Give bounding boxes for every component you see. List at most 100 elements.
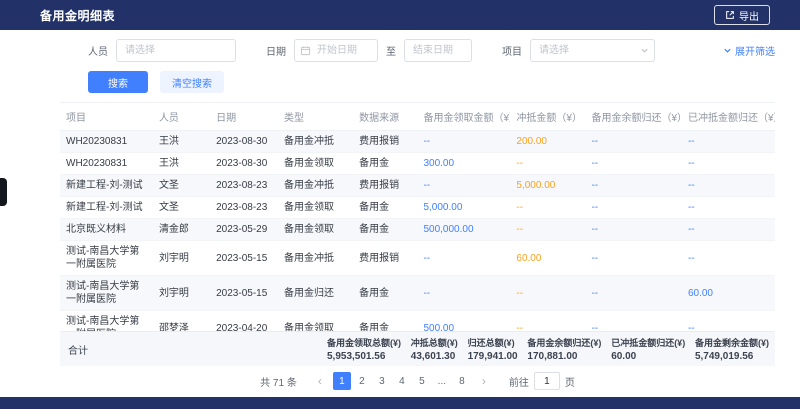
date-end-input[interactable] (404, 39, 472, 62)
cell-date: 2023-05-15 (210, 241, 278, 276)
summary-item-label: 备用金余额归还(¥) (527, 336, 601, 349)
table-body: WH20230831王洪2023-08-30备用金冲抵费用报销--200.00-… (60, 131, 775, 332)
cell-balance-return: -- (585, 131, 682, 153)
export-icon (725, 10, 735, 20)
cell-offset: 60.00 (510, 241, 585, 276)
cell-source: 费用报销 (353, 241, 417, 276)
cell-source: 费用报销 (353, 131, 417, 153)
table-row[interactable]: WH20230831王洪2023-08-30备用金冲抵费用报销--200.00-… (60, 131, 775, 153)
expand-filters-link[interactable]: 展开筛选 (723, 43, 775, 58)
cell-source: 备用金 (353, 276, 417, 311)
filter-actions: 搜索 清空搜索 (88, 71, 775, 93)
cell-offset-return: -- (682, 241, 775, 276)
table-row[interactable]: WH20230831王洪2023-08-30备用金领取备用金300.00----… (60, 153, 775, 175)
main-panel: 人员 日期 至 项目 (0, 30, 800, 397)
column-header: 冲抵金额（¥） (510, 103, 585, 131)
cell-project: 新建工程-刘-测试 (60, 175, 153, 197)
summary-item: 备用金领取总额(¥)5,953,501.56 (327, 336, 401, 362)
summary-item-value: 5,749,019.56 (695, 351, 769, 362)
table-row[interactable]: 测试-南昌大学第一附属医院邵梦泽2023-04-20备用金领取备用金500.00… (60, 311, 775, 332)
cell-offset-return: -- (682, 131, 775, 153)
export-button[interactable]: 导出 (714, 5, 770, 25)
cell-offset: -- (510, 276, 585, 311)
total-count: 共 71 条 (260, 374, 297, 389)
table-row[interactable]: 新建工程-刘-测试文圣2023-08-23备用金领取备用金5,000.00---… (60, 197, 775, 219)
page-button-1[interactable]: 1 (333, 372, 351, 390)
total-label: 合计 (62, 342, 327, 357)
page-button-8[interactable]: 8 (453, 372, 471, 390)
column-header: 已冲抵金额归还（¥） (682, 103, 775, 131)
column-header: 备用金余额归还（¥） (585, 103, 682, 131)
cell-received: 500.00 (417, 311, 510, 332)
cell-offset: 5,000.00 (510, 175, 585, 197)
summary-item-value: 179,941.00 (468, 351, 518, 362)
person-filter: 人员 (88, 39, 236, 62)
cell-person: 刘宇明 (153, 276, 210, 311)
cell-project: WH20230831 (60, 131, 153, 153)
table-row[interactable]: 新建工程-刘-测试文圣2023-08-23备用金冲抵费用报销--5,000.00… (60, 175, 775, 197)
summary-item-label: 归还总额(¥) (468, 336, 518, 349)
cell-offset-return: -- (682, 175, 775, 197)
drawer-handle[interactable] (0, 178, 7, 206)
summary-item: 冲抵总额(¥)43,601.30 (411, 336, 458, 362)
table-row[interactable]: 测试-南昌大学第一附属医院刘宇明2023-05-15备用金归还备用金------… (60, 276, 775, 311)
chevron-down-icon (640, 46, 649, 55)
cell-project: 测试-南昌大学第一附属医院 (60, 311, 153, 332)
summary-item: 备用金余额归还(¥) 170,881.00 (527, 336, 601, 362)
cell-received: -- (417, 276, 510, 311)
cell-person: 刘宇明 (153, 241, 210, 276)
page-button-2[interactable]: 2 (353, 372, 371, 390)
goto-page-input[interactable] (534, 372, 560, 390)
summary-item-label: 已冲抵金额归还(¥) (611, 336, 685, 349)
person-select[interactable] (116, 39, 236, 62)
cell-person: 文圣 (153, 197, 210, 219)
next-page-button[interactable]: › (475, 372, 493, 390)
prev-page-button[interactable]: ‹ (311, 372, 329, 390)
cell-person: 文圣 (153, 175, 210, 197)
page-ellipsis[interactable]: ... (433, 372, 451, 390)
cell-balance-return: -- (585, 153, 682, 175)
cell-date: 2023-04-20 (210, 311, 278, 332)
project-select[interactable] (530, 39, 655, 62)
cell-date: 2023-08-23 (210, 175, 278, 197)
goto-page-label: 前往 (509, 374, 529, 389)
summary-row: 合计 备用金领取总额(¥)5,953,501.56 冲抵总额(¥)43,601.3… (60, 331, 775, 366)
cell-project: 测试-南昌大学第一附属医院 (60, 241, 153, 276)
search-button[interactable]: 搜索 (88, 71, 148, 93)
project-filter: 项目 (502, 39, 655, 62)
page-title: 备用金明细表 (40, 7, 115, 24)
person-filter-label: 人员 (88, 43, 108, 58)
cell-offset-return: -- (682, 219, 775, 241)
date-separator: 至 (386, 43, 396, 58)
table-row[interactable]: 北京既义材料清金郎2023-05-29备用金领取备用金500,000.00---… (60, 219, 775, 241)
cell-source: 备用金 (353, 153, 417, 175)
cell-project: 测试-南昌大学第一附属医院 (60, 276, 153, 311)
table-row[interactable]: 测试-南昌大学第一附属医院刘宇明2023-05-15备用金冲抵费用报销--60.… (60, 241, 775, 276)
page-button-5[interactable]: 5 (413, 372, 431, 390)
column-header: 备用金领取金额（¥） (417, 103, 510, 131)
cell-type: 备用金领取 (278, 153, 353, 175)
summary-item: 已冲抵金额归还(¥)60.00 (611, 336, 685, 362)
table-header-row: 项目人员日期类型数据来源备用金领取金额（¥）冲抵金额（¥）备用金余额归还（¥）已… (60, 103, 775, 131)
expand-filters-label: 展开筛选 (735, 43, 775, 58)
cell-date: 2023-08-30 (210, 131, 278, 153)
summary-item: 备用金剩余金额(¥)5,749,019.56 (695, 336, 769, 362)
cell-type: 备用金冲抵 (278, 175, 353, 197)
summary-item-value: 170,881.00 (527, 351, 601, 362)
table-container: 项目人员日期类型数据来源备用金领取金额（¥）冲抵金额（¥）备用金余额归还（¥）已… (60, 102, 775, 331)
cell-source: 备用金 (353, 311, 417, 332)
page-button-3[interactable]: 3 (373, 372, 391, 390)
cell-balance-return: -- (585, 219, 682, 241)
clear-search-button[interactable]: 清空搜索 (160, 71, 224, 93)
cell-date: 2023-08-23 (210, 197, 278, 219)
goto-page: 前往 页 (509, 372, 575, 390)
page-button-4[interactable]: 4 (393, 372, 411, 390)
summary-item: 归还总额(¥) 179,941.00 (468, 336, 518, 362)
pagination: 共 71 条 ‹ 12345...8 › 前往 页 (60, 366, 775, 397)
goto-page-suffix: 页 (565, 374, 575, 389)
cell-offset: 200.00 (510, 131, 585, 153)
cell-offset: -- (510, 153, 585, 175)
summary-item-value: 43,601.30 (411, 351, 458, 362)
export-label: 导出 (739, 8, 759, 23)
cell-balance-return: -- (585, 311, 682, 332)
